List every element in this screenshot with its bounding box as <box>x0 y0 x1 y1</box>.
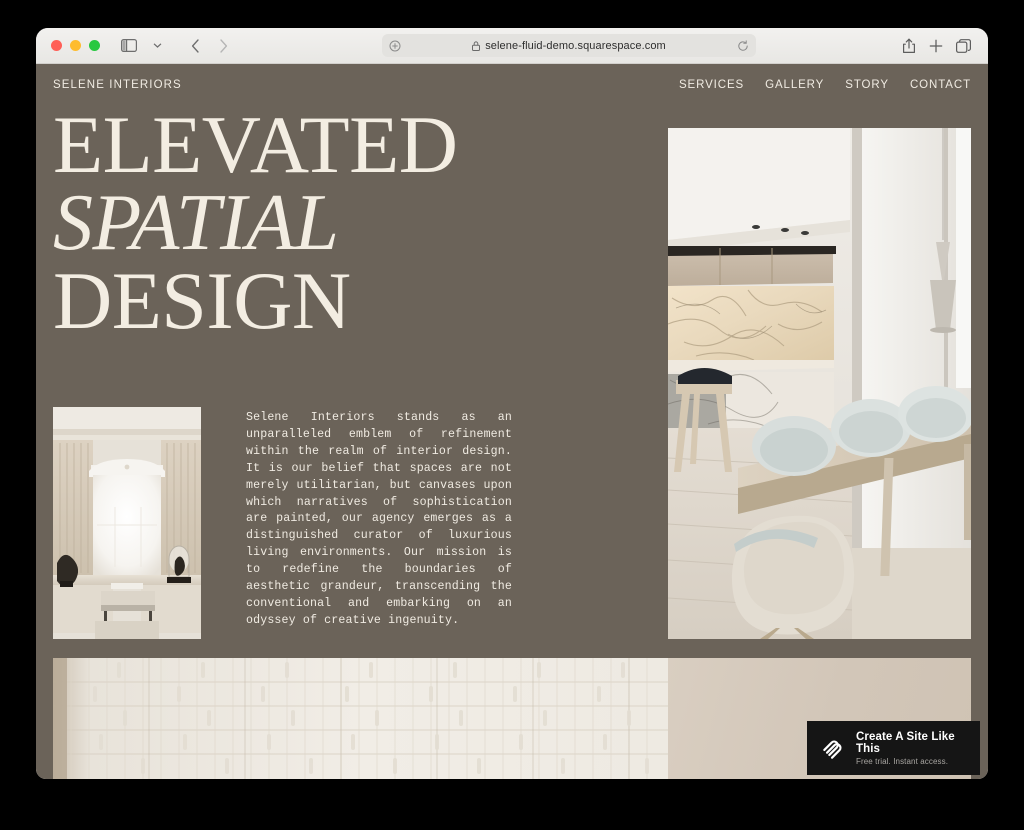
address-bar-container: selene-fluid-demo.squarespace.com <box>236 34 902 57</box>
forward-chevron-icon[interactable] <box>210 34 236 58</box>
hero-photo <box>668 128 971 639</box>
reload-icon[interactable] <box>737 39 749 52</box>
hero-heading: ELEVATED SPATIAL DESIGN <box>53 99 458 346</box>
squarespace-promo-banner[interactable]: Create A Site Like This Free trial. Inst… <box>807 721 980 775</box>
zoom-window-button[interactable] <box>89 40 100 51</box>
tile-texture-photo <box>53 658 668 779</box>
window-controls <box>36 40 100 51</box>
browser-toolbar: selene-fluid-demo.squarespace.com <box>36 28 988 64</box>
promo-title: Create A Site Like This <box>856 730 955 755</box>
lock-icon <box>472 40 481 51</box>
nav-item-contact[interactable]: CONTACT <box>910 79 971 91</box>
tabs-icon[interactable] <box>956 38 971 53</box>
promo-subtitle: Free trial. Instant access. <box>856 756 949 766</box>
sidebar-icon[interactable] <box>116 34 142 58</box>
nav-item-gallery[interactable]: GALLERY <box>765 79 824 91</box>
reader-icon[interactable] <box>389 40 401 52</box>
minimize-window-button[interactable] <box>70 40 81 51</box>
navigation-controls <box>116 34 236 58</box>
about-photo <box>53 407 201 639</box>
primary-navigation: SERVICES GALLERY STORY CONTACT <box>679 79 971 91</box>
toolbar-actions <box>902 38 988 54</box>
about-paragraph: Selene Interiors stands as an unparallel… <box>246 411 512 627</box>
close-window-button[interactable] <box>51 40 62 51</box>
nav-item-story[interactable]: STORY <box>845 79 889 91</box>
squarespace-logo-icon <box>821 736 846 761</box>
browser-window: selene-fluid-demo.squarespace.com SELENE… <box>36 28 988 779</box>
screenshot-root: selene-fluid-demo.squarespace.com SELENE… <box>0 0 1024 830</box>
chevron-down-icon[interactable] <box>144 34 170 58</box>
site-logo[interactable]: SELENE INTERIORS <box>53 79 182 91</box>
webpage-viewport: SELENE INTERIORS SERVICES GALLERY STORY … <box>36 64 988 779</box>
back-chevron-icon[interactable] <box>182 34 208 58</box>
nav-item-services[interactable]: SERVICES <box>679 79 744 91</box>
share-icon[interactable] <box>902 38 916 54</box>
hero-line-3: DESIGN <box>53 254 351 346</box>
hero-line-1: ELEVATED <box>53 99 458 190</box>
url-text: selene-fluid-demo.squarespace.com <box>485 39 666 52</box>
hero-line-2: SPATIAL <box>53 178 339 267</box>
plus-icon[interactable] <box>929 39 943 53</box>
search-input[interactable]: selene-fluid-demo.squarespace.com <box>382 34 756 57</box>
